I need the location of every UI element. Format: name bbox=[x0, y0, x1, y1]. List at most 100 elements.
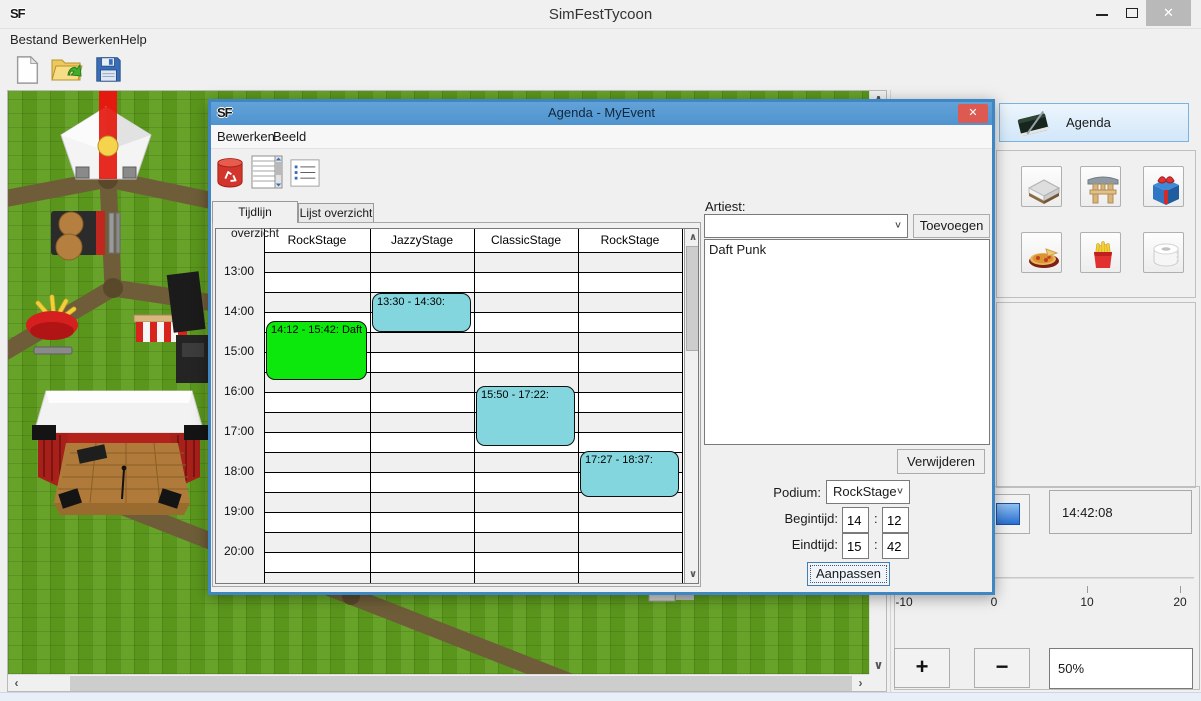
time-gutter: 13:00 14:00 15:00 16:00 17:00 18:00 19:00 20:00 bbox=[216, 229, 264, 583]
artist-listbox[interactable]: Daft Punk bbox=[704, 239, 990, 445]
pizza-button[interactable] bbox=[1021, 232, 1062, 273]
apply-button[interactable]: Aanpassen bbox=[807, 562, 890, 586]
slider-tick bbox=[1180, 586, 1181, 593]
zoom-out-button[interactable]: − bbox=[974, 648, 1030, 688]
menu-bewerken[interactable]: Bewerken bbox=[62, 32, 120, 47]
gift-button[interactable] bbox=[1143, 166, 1184, 207]
chevron-left-icon[interactable]: ‹ bbox=[8, 675, 25, 692]
remove-artist-button[interactable]: Verwijderen bbox=[897, 449, 985, 474]
end-time-label: Eindtijd: bbox=[705, 537, 838, 552]
save-file-icon[interactable] bbox=[93, 54, 125, 86]
tab-tijdlijn-overzicht[interactable]: Tijdlijn overzicht bbox=[212, 201, 298, 223]
schedule-event[interactable]: 14:12 - 15:42: Daft Punk bbox=[266, 321, 367, 380]
chevron-up-icon[interactable]: ∧ bbox=[685, 229, 699, 246]
slider-tick bbox=[1087, 586, 1088, 593]
list-item[interactable]: Daft Punk bbox=[705, 240, 989, 259]
schedule-grid: 13:00 14:00 15:00 16:00 17:00 18:00 19:00 20:00… bbox=[215, 228, 699, 584]
toilet-paper-button[interactable] bbox=[1143, 232, 1184, 273]
window-title: SimFestTycoon bbox=[0, 6, 1201, 23]
begin-hour-field[interactable] bbox=[842, 507, 869, 533]
schedule-event[interactable]: 17:27 - 18:37: bbox=[580, 451, 679, 497]
list-view-icon[interactable] bbox=[290, 158, 320, 193]
menu-bestand[interactable]: Bestand bbox=[10, 32, 58, 47]
podium-combobox-value: RockStage bbox=[833, 484, 897, 499]
agenda-book-icon bbox=[1014, 109, 1054, 144]
column-header: JazzyStage bbox=[370, 233, 474, 247]
tent-object bbox=[61, 107, 151, 179]
grid-line bbox=[474, 229, 475, 583]
close-button[interactable]: ✕ bbox=[1146, 0, 1191, 26]
schedule-event[interactable]: 15:50 - 17:22: bbox=[476, 386, 575, 446]
grid-line bbox=[682, 229, 683, 583]
new-file-icon[interactable] bbox=[12, 54, 44, 86]
hour-label: 16:00 bbox=[224, 384, 254, 400]
chevron-down-icon: ∨ bbox=[896, 485, 904, 495]
schedule-event[interactable]: 13:30 - 14:30: bbox=[372, 293, 471, 332]
dialog-menu-bewerken[interactable]: Bewerken bbox=[217, 129, 275, 144]
artist-combobox[interactable]: ∨ bbox=[704, 214, 908, 238]
agenda-button[interactable]: Agenda bbox=[999, 103, 1189, 142]
begin-time-label: Begintijd: bbox=[705, 511, 838, 526]
minimize-icon[interactable] bbox=[1096, 13, 1108, 16]
burger-stand-object bbox=[51, 211, 120, 260]
time-separator: : bbox=[874, 537, 878, 552]
hour-label: 15:00 bbox=[224, 344, 254, 360]
hour-label: 13:00 bbox=[224, 264, 254, 280]
menu-help[interactable]: Help bbox=[120, 32, 147, 47]
dialog-close-button[interactable]: ✕ bbox=[958, 104, 988, 123]
map-horizontal-scrollbar[interactable]: ‹ › bbox=[8, 674, 869, 691]
add-artist-button[interactable]: Toevoegen bbox=[913, 214, 990, 238]
hour-label: 20:00 bbox=[224, 544, 254, 560]
hour-label: 19:00 bbox=[224, 504, 254, 520]
slider-label: 20 bbox=[1160, 595, 1200, 609]
column-header: ClassicStage bbox=[474, 233, 578, 247]
artist-label: Artiest: bbox=[705, 199, 745, 214]
window-bottom-strip bbox=[0, 692, 1201, 701]
blue-square-icon bbox=[996, 503, 1020, 525]
scrollbar-thumb[interactable] bbox=[70, 676, 852, 691]
slider-label: -10 bbox=[884, 595, 924, 609]
dialog-menubar: Bewerken Beeld bbox=[211, 125, 992, 149]
hour-label: 14:00 bbox=[224, 304, 254, 320]
end-hour-field[interactable] bbox=[842, 533, 869, 559]
chevron-down-icon: ∨ bbox=[894, 219, 902, 229]
chevron-down-icon[interactable]: ∨ bbox=[685, 566, 699, 583]
column-header: RockStage bbox=[578, 233, 682, 247]
scrollbar-corner bbox=[869, 674, 886, 691]
zoom-in-button[interactable]: + bbox=[894, 648, 950, 688]
torii-gate-button[interactable] bbox=[1080, 166, 1121, 207]
grid-line bbox=[264, 229, 265, 583]
chevron-right-icon[interactable]: › bbox=[852, 675, 869, 692]
begin-minute-field[interactable] bbox=[882, 507, 909, 533]
chevron-down-icon[interactable]: ∨ bbox=[870, 657, 887, 674]
dialog-menu-beeld[interactable]: Beeld bbox=[273, 129, 306, 144]
dialog-title: Agenda - MyEvent bbox=[211, 105, 992, 120]
main-menubar: Bestand Bewerken Help bbox=[0, 30, 1201, 50]
dialog-titlebar[interactable]: SF Agenda - MyEvent ✕ bbox=[211, 102, 992, 125]
slider-label: 10 bbox=[1067, 595, 1107, 609]
hour-label: 17:00 bbox=[224, 424, 254, 440]
end-minute-field[interactable] bbox=[882, 533, 909, 559]
agenda-button-label: Agenda bbox=[1066, 115, 1111, 130]
stage-equipment-object bbox=[167, 271, 212, 383]
stage-tile-button[interactable] bbox=[1021, 166, 1062, 207]
agenda-dialog: SF Agenda - MyEvent ✕ Bewerken Beeld Tij… bbox=[208, 99, 995, 595]
main-stage-object bbox=[32, 391, 208, 515]
podium-combobox[interactable]: RockStage ∨ bbox=[826, 480, 910, 504]
schedule-scrollbar[interactable]: ∧ ∨ bbox=[684, 229, 699, 583]
scrollbar-thumb[interactable] bbox=[686, 246, 699, 351]
grid-line bbox=[578, 229, 579, 583]
zoom-level-box: 50% bbox=[1049, 648, 1193, 689]
maximize-icon[interactable] bbox=[1126, 8, 1138, 18]
window-titlebar: SF SimFestTycoon ✕ bbox=[0, 0, 1201, 29]
grid-line bbox=[370, 229, 371, 583]
open-file-icon[interactable] bbox=[50, 54, 82, 86]
slider-label: 0 bbox=[974, 595, 1014, 609]
delete-event-icon[interactable] bbox=[216, 156, 244, 195]
timeline-view-icon[interactable] bbox=[251, 154, 283, 195]
tab-lijst-overzicht[interactable]: Lijst overzicht bbox=[298, 203, 374, 223]
fries-button[interactable] bbox=[1080, 232, 1121, 273]
tab-content: 13:00 14:00 15:00 16:00 17:00 18:00 19:00 20:00… bbox=[212, 222, 701, 587]
main-toolbar bbox=[0, 50, 890, 90]
hour-label: 18:00 bbox=[224, 464, 254, 480]
